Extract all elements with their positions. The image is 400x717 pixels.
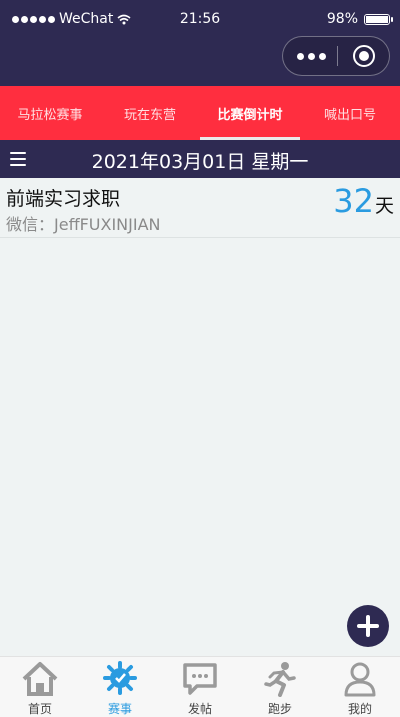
date-bar: 2021年03月01日 星期一 — [0, 140, 400, 178]
tabbar-label-post: 发帖 — [187, 702, 212, 716]
more-icon[interactable] — [297, 53, 326, 60]
tab-countdown[interactable]: 比赛倒计时 — [200, 86, 300, 140]
countdown-subtitle: 微信：JeffFUXINJIAN — [6, 215, 161, 234]
tabbar-item-home[interactable]: 首页 — [0, 657, 80, 717]
days-unit: 天 — [374, 195, 394, 217]
battery-icon — [364, 13, 393, 25]
status-bar: WeChat 21:56 98% — [0, 0, 400, 40]
countdown-item[interactable]: 前端实习求职 微信：JeffFUXINJIAN 32 天 — [0, 178, 400, 238]
tab-marathon-events[interactable]: 马拉松赛事 — [0, 86, 100, 140]
miniprogram-capsule — [282, 36, 390, 76]
tabbar-item-post[interactable]: 发帖 — [160, 657, 240, 717]
post-icon — [183, 663, 217, 695]
capsule-divider — [337, 46, 338, 66]
battery-percent: 98% — [326, 11, 358, 27]
target-icon[interactable] — [353, 45, 375, 67]
tabbar-label-events: 赛事 — [107, 702, 132, 716]
battery-fill — [366, 15, 388, 23]
battery-status: 98% — [326, 11, 393, 27]
add-button[interactable] — [347, 605, 389, 647]
profile-icon — [344, 662, 376, 697]
tabbar-label-profile: 我的 — [347, 702, 372, 716]
tabbar-item-profile[interactable]: 我的 — [320, 657, 400, 717]
countdown-days: 32 天 — [333, 182, 394, 220]
home-icon — [22, 662, 58, 696]
tabbar-item-run[interactable]: 跑步 — [240, 657, 320, 717]
bottom-tab-bar: 首页 赛事 发帖 跑步 我的 — [0, 656, 400, 717]
tabbar-item-events[interactable]: 赛事 — [80, 657, 160, 717]
top-tabs: 马拉松赛事 玩在东营 比赛倒计时 喊出口号 — [0, 86, 400, 140]
current-date: 2021年03月01日 星期一 — [91, 151, 309, 173]
tab-slogan[interactable]: 喊出口号 — [300, 86, 400, 140]
event-icon — [103, 661, 137, 695]
countdown-title: 前端实习求职 — [6, 188, 121, 210]
tabbar-label-run: 跑步 — [267, 702, 292, 716]
tabbar-label-home: 首页 — [27, 702, 52, 716]
days-number: 32 — [333, 182, 374, 220]
run-icon — [264, 662, 296, 697]
top-bar: WeChat 21:56 98% — [0, 0, 400, 86]
tab-play-dongying[interactable]: 玩在东营 — [100, 86, 200, 140]
